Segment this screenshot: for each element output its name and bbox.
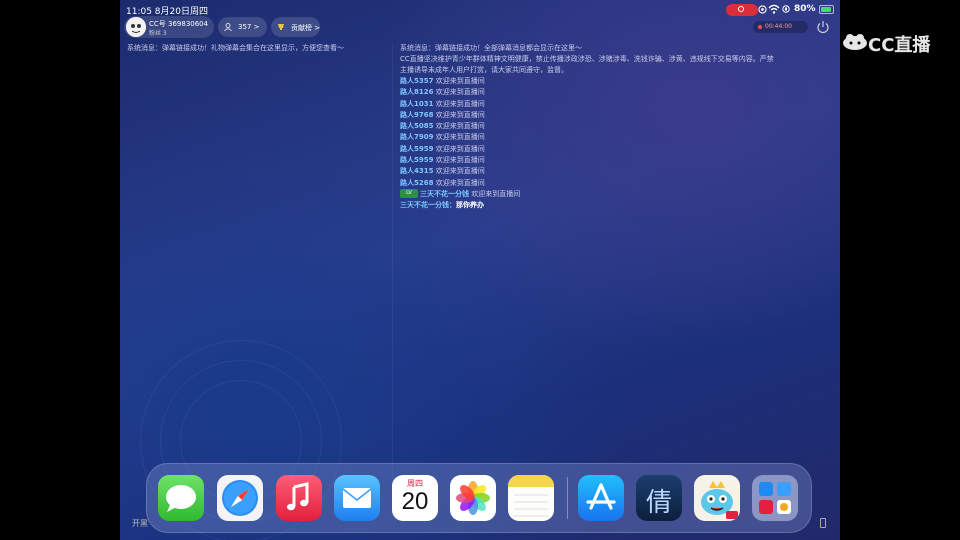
join-message: 路人5268 欢迎来到直播间 xyxy=(400,178,830,189)
app-folder[interactable] xyxy=(752,475,798,521)
chat-text: 欢迎来到直播间 xyxy=(435,178,485,187)
contribution-label: 贡献榜 > xyxy=(291,24,321,32)
chat-panel: 系统消息：弹幕链接成功！全部弹幕消息都会显示在这里～ CC直播坚决维护青少年群体… xyxy=(400,43,830,212)
chat-username[interactable]: 路人5357 xyxy=(400,77,433,85)
photos-app[interactable] xyxy=(450,475,496,521)
host-avatar[interactable] xyxy=(126,17,146,37)
chat-text: 欢迎来到直播间 xyxy=(471,189,521,198)
safari-app[interactable] xyxy=(217,475,263,521)
join-message: 路人5959 欢迎来到直播间 xyxy=(400,144,830,155)
chat-username[interactable]: 路人5959 xyxy=(400,156,433,164)
chat-input[interactable]: 开黑 xyxy=(132,518,148,529)
chat-username[interactable]: 路人5268 xyxy=(400,179,433,187)
join-message: 路人1031 欢迎来到直播间 xyxy=(400,99,830,110)
chat-username[interactable]: 路人1031 xyxy=(400,100,433,108)
power-icon[interactable] xyxy=(816,20,830,34)
join-message: 路人9768 欢迎来到直播间 xyxy=(400,110,830,121)
avatar-icon xyxy=(126,17,146,37)
chat-message: 三天不花一分钱：那你养办 xyxy=(400,200,830,211)
envelope-icon xyxy=(342,488,372,508)
cartoon-game-app[interactable] xyxy=(694,475,740,521)
join-message: 路人5085 欢迎来到直播间 xyxy=(400,121,830,132)
system-message: 系统消息：弹幕链接成功！礼物弹幕会集合在这里显示，方便您查看～ xyxy=(127,44,344,52)
policy-notice-line: 主播诱导未成年人用户打赏，请大家共同遵守，监督。 xyxy=(400,66,568,74)
mail-app[interactable] xyxy=(334,475,380,521)
battery-percentage: 80% xyxy=(794,4,816,14)
dock: 周四 20 倩 xyxy=(146,463,812,533)
notes-icon xyxy=(508,475,554,517)
game-app-glyph: 倩 xyxy=(645,488,672,518)
app-store[interactable] xyxy=(578,475,624,521)
live-dot-icon xyxy=(758,25,762,29)
cc-live-logo-text: CC直播 xyxy=(868,35,931,56)
chat-text: 欢迎来到直播间 xyxy=(435,88,485,97)
chat-username[interactable]: 路人9768 xyxy=(400,111,433,119)
system-message: 系统消息：弹幕链接成功！全部弹幕消息都会显示在这里～ xyxy=(400,44,582,52)
chat-text: 那你养办 xyxy=(456,201,484,210)
host-fans: 粉丝 3 xyxy=(149,30,167,37)
music-app[interactable] xyxy=(276,475,322,521)
chat-username[interactable]: 路人8126 xyxy=(400,88,433,96)
wifi-icon xyxy=(768,4,780,14)
chat-text: 欢迎来到直播间 xyxy=(435,133,485,142)
messages-app[interactable] xyxy=(158,475,204,521)
chat-divider xyxy=(392,42,393,512)
calendar-app[interactable]: 周四 20 xyxy=(392,475,438,521)
vip-join-message: LV 三天不花一分钱 欢迎来到直播间 xyxy=(400,189,830,200)
screen-record-indicator[interactable] xyxy=(726,4,758,16)
join-message: 路人5357 欢迎来到直播间 xyxy=(400,76,830,87)
chat-username[interactable]: 路人5959 xyxy=(400,145,433,153)
policy-notice: CC直播坚决维护青少年群体精神文明健康，禁止传播涉政涉恐、涉赌涉毒、洗钱诈骗、涉… xyxy=(400,54,830,76)
join-message-list: 路人5357 欢迎来到直播间 路人8126 欢迎来到直播间 路人1031 欢迎来… xyxy=(400,76,830,189)
chat-text: 欢迎来到直播间 xyxy=(435,110,485,119)
chat-text: 欢迎来到直播间 xyxy=(435,122,485,131)
contribution-ranking-button[interactable]: 贡献榜 > xyxy=(271,17,320,37)
chat-username[interactable]: 路人5085 xyxy=(400,122,433,130)
viewer-count-button[interactable]: 357 > xyxy=(218,17,267,37)
chat-text: 欢迎来到直播间 xyxy=(435,99,485,108)
game-app[interactable]: 倩 xyxy=(636,475,682,521)
chat-username[interactable]: 路人7909 xyxy=(400,133,433,141)
chat-text: 欢迎来到直播间 xyxy=(435,156,485,165)
cartoon-character-icon xyxy=(701,481,738,519)
message-bubble-icon xyxy=(166,485,196,512)
location-icon xyxy=(758,5,767,14)
ipad-screen: 11:05 8月20日周四 80% CC号 369830604 粉丝 3 357… xyxy=(120,0,840,540)
chat-username[interactable]: 三天不花一分钱 xyxy=(420,190,469,198)
live-duration: 00:44:00 xyxy=(765,23,792,30)
battery-icon xyxy=(819,5,834,14)
orientation-lock-icon xyxy=(782,5,790,13)
record-icon xyxy=(738,6,744,12)
join-message: 路人7909 欢迎来到直播间 xyxy=(400,132,830,143)
gift-chat-panel: 系统消息：弹幕链接成功！礼物弹幕会集合在这里显示，方便您查看～ xyxy=(127,43,387,53)
cc-mascot-icon xyxy=(843,34,867,50)
cc-live-logo: CC直播 xyxy=(842,28,954,56)
level-badge: LV xyxy=(400,189,418,199)
photos-flower-icon xyxy=(456,481,490,515)
host-info[interactable]: CC号 369830604 粉丝 3 xyxy=(124,16,214,38)
person-icon xyxy=(224,23,232,31)
music-note-icon xyxy=(287,482,309,511)
policy-notice-line: CC直播坚决维护青少年群体精神文明健康，禁止传播涉政涉恐、涉赌涉毒、洗钱诈骗、涉… xyxy=(400,55,774,63)
chat-username[interactable]: 三天不花一分钱： xyxy=(400,201,456,209)
notes-app[interactable] xyxy=(508,475,554,521)
join-message: 路人8126 欢迎来到直播间 xyxy=(400,87,830,98)
join-message: 路人5959 欢迎来到直播间 xyxy=(400,155,830,166)
viewer-count: 357 > xyxy=(238,23,260,31)
chat-text: 欢迎来到直播间 xyxy=(435,167,485,176)
calendar-day: 20 xyxy=(401,488,429,515)
compass-icon xyxy=(222,480,258,516)
app-store-icon xyxy=(586,483,616,510)
chat-username[interactable]: 路人4315 xyxy=(400,167,433,175)
chat-text: 欢迎来到直播间 xyxy=(435,144,485,153)
trophy-icon xyxy=(278,24,284,30)
chat-text: 欢迎来到直播间 xyxy=(435,77,485,85)
fullscreen-icon[interactable] xyxy=(820,518,826,528)
join-message: 路人4315 欢迎来到直播间 xyxy=(400,166,830,177)
live-timer: 00:44:00 xyxy=(753,21,808,33)
folder-grid-icon xyxy=(759,482,791,514)
dock-divider xyxy=(567,477,568,519)
